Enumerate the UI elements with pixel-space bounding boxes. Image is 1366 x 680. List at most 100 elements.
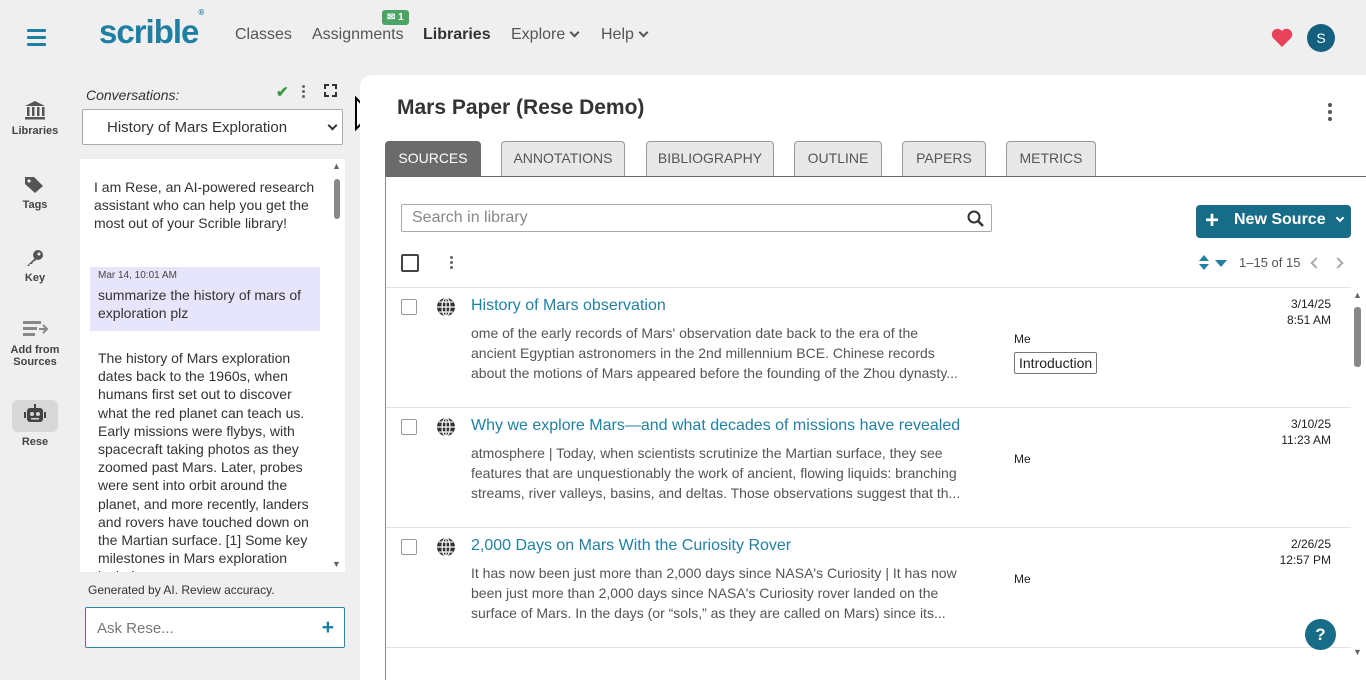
menu-icon[interactable] — [27, 29, 46, 46]
library-search-input[interactable]: Search in library — [401, 204, 992, 232]
web-globe-icon — [437, 297, 455, 317]
source-date-day: 3/10/25 — [1290, 417, 1331, 431]
rail-label-rese: Rese — [21, 436, 49, 448]
rail-label-add-from: Add from — [10, 344, 60, 356]
rail-label-sources: Sources — [13, 356, 57, 368]
search-icon[interactable] — [967, 210, 984, 227]
source-title[interactable]: History of Mars observation — [471, 297, 666, 315]
source-row[interactable]: History of Mars observation ome of the e… — [386, 287, 1351, 407]
scroll-down-arrow[interactable]: ▼ — [1353, 647, 1362, 657]
help-button[interactable]: ? — [1305, 619, 1336, 650]
chevron-down-icon — [327, 120, 338, 131]
rail-label-libraries: Libraries — [11, 125, 59, 137]
logo-mark: ® — [198, 8, 204, 17]
source-date: 3/10/25 11:23 AM — [1281, 416, 1331, 448]
source-date-time: 8:51 AM — [1286, 313, 1331, 327]
source-date: 3/14/25 8:51 AM — [1287, 296, 1331, 328]
tab-papers[interactable]: PAPERS — [902, 141, 986, 176]
assistant-intro-message: I am Rese, an AI-powered research assist… — [94, 179, 315, 231]
send-plus-icon[interactable]: + — [322, 616, 334, 640]
page-title: Mars Paper (Rese Demo) — [397, 96, 645, 119]
user-message-text: summarize the history of mars of explora… — [98, 287, 302, 321]
nav-assignments[interactable]: Assignments — [312, 26, 404, 44]
scroll-up-arrow[interactable]: ▲ — [332, 161, 341, 171]
plus-icon: + — [1205, 207, 1220, 234]
logo-text: scrible — [99, 13, 199, 50]
source-date-time: 12:57 PM — [1279, 553, 1331, 567]
rail-label-key: Key — [24, 272, 46, 284]
rail-item-add-from-sources[interactable]: Add from Sources — [0, 319, 70, 368]
source-date-day: 2/26/25 — [1290, 537, 1331, 551]
nav-libraries[interactable]: Libraries — [423, 26, 491, 44]
ai-disclaimer: Generated by AI. Review accuracy. — [88, 583, 275, 597]
rail-item-rese[interactable]: Rese — [0, 400, 70, 448]
nav-help[interactable]: Help — [601, 26, 649, 44]
conversation-selected: History of Mars Exploration — [107, 119, 288, 136]
row-checkbox[interactable] — [401, 539, 417, 555]
robot-icon — [24, 403, 46, 422]
main-panel: Mars Paper (Rese Demo) SOURCES ANNOTATIO… — [360, 75, 1366, 680]
conversation-select[interactable]: History of Mars Exploration — [82, 109, 343, 145]
sort-icon[interactable] — [1198, 254, 1228, 272]
heart-icon[interactable] — [1271, 28, 1293, 48]
source-owner: Me — [1014, 572, 1031, 586]
rail-item-key[interactable]: Key — [0, 249, 70, 284]
rail-item-libraries[interactable]: Libraries — [0, 100, 70, 137]
tab-outline[interactable]: OUTLINE — [794, 141, 882, 176]
tab-annotations[interactable]: ANNOTATIONS — [501, 141, 625, 176]
conversation-menu-icon[interactable] — [302, 85, 306, 100]
nav-explore[interactable]: Explore — [511, 26, 580, 44]
select-all-checkbox[interactable] — [401, 254, 419, 272]
prev-page-icon[interactable] — [1310, 257, 1322, 269]
ask-rese-input[interactable]: Ask Rese... + — [85, 607, 345, 648]
nav-explore-label: Explore — [511, 26, 566, 43]
source-description: ome of the early records of Mars' observ… — [471, 325, 958, 381]
assignments-badge: ✉ 1 — [382, 10, 409, 25]
tab-metrics[interactable]: METRICS — [1006, 141, 1096, 176]
rail-label-tags: Tags — [22, 199, 48, 211]
source-title[interactable]: 2,000 Days on Mars With the Curiosity Ro… — [471, 537, 791, 555]
top-navigation: scrible® Classes ✉ 1 Assignments Librari… — [70, 0, 1366, 75]
tab-divider — [385, 176, 1366, 177]
avatar[interactable]: S — [1307, 24, 1335, 52]
source-row-partial[interactable] — [386, 647, 1351, 680]
user-message: Mar 14, 10:01 AM summarize the history o… — [90, 267, 320, 331]
conversations-label: Conversations: — [86, 87, 180, 103]
scroll-down-arrow[interactable]: ▼ — [332, 559, 341, 569]
web-globe-icon — [437, 537, 455, 557]
key-icon — [27, 250, 43, 266]
scrible-logo[interactable]: scrible® — [99, 8, 204, 51]
left-rail: Libraries Tags Key Add from Sources Rese — [0, 0, 70, 680]
tag-chip[interactable]: Introduction — [1014, 352, 1098, 374]
chevron-down-icon — [1335, 213, 1345, 223]
search-placeholder: Search in library — [412, 209, 528, 226]
new-source-button[interactable]: + New Source — [1196, 205, 1351, 238]
chat-history[interactable]: I am Rese, an AI-powered research assist… — [80, 159, 345, 572]
source-owner: Me — [1014, 452, 1031, 466]
rail-item-tags[interactable]: Tags — [0, 176, 70, 211]
list-scrollbar-thumb[interactable] — [1354, 307, 1361, 367]
expand-icon[interactable] — [324, 84, 337, 97]
source-row[interactable]: 2,000 Days on Mars With the Curiosity Ro… — [386, 527, 1351, 647]
source-date-day: 3/14/25 — [1290, 297, 1331, 311]
rese-conversation-panel: Conversations: ✔ History of Mars Explora… — [70, 75, 358, 680]
source-row[interactable]: Why we explore Mars—and what decades of … — [386, 407, 1351, 527]
check-icon[interactable]: ✔ — [276, 83, 289, 101]
source-title[interactable]: Why we explore Mars—and what decades of … — [471, 417, 960, 435]
add-sources-icon — [23, 321, 48, 336]
source-date-time: 11:23 AM — [1281, 433, 1331, 447]
source-date: 2/26/25 12:57 PM — [1280, 536, 1331, 568]
row-checkbox[interactable] — [401, 299, 417, 315]
scroll-up-arrow[interactable]: ▲ — [1353, 290, 1362, 300]
row-checkbox[interactable] — [401, 419, 417, 435]
bulk-actions-menu-icon[interactable] — [450, 256, 454, 271]
nav-help-label: Help — [601, 26, 634, 43]
chat-scrollbar-thumb[interactable] — [334, 179, 340, 219]
nav-classes[interactable]: Classes — [235, 26, 292, 44]
source-description: It has now been just more than 2,000 day… — [471, 565, 957, 621]
source-description: atmosphere | Today, when scientists scru… — [471, 445, 961, 501]
tab-bibliography[interactable]: BIBLIOGRAPHY — [646, 141, 774, 176]
page-menu-icon[interactable] — [1328, 103, 1332, 124]
tab-sources[interactable]: SOURCES — [385, 141, 481, 176]
next-page-icon[interactable] — [1332, 257, 1344, 269]
